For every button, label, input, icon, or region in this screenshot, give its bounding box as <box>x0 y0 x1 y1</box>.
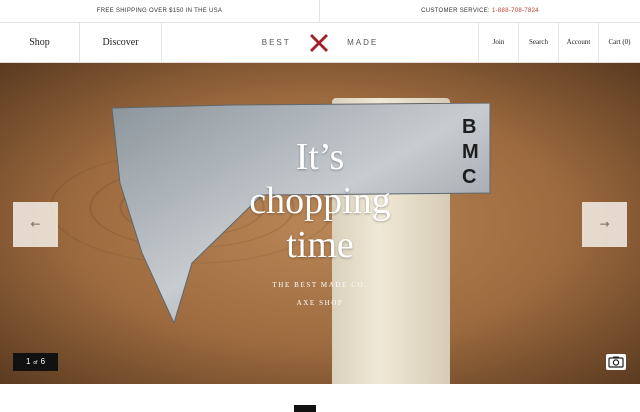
customer-service: CUSTOMER SERVICE: 1-888-708-7824 <box>320 0 640 22</box>
hero-slideshow: B M C It’s chopping time THE BEST MADE C… <box>0 63 640 384</box>
section-marker <box>294 405 316 412</box>
arrow-left-icon: ← <box>30 217 41 231</box>
slide-counter: 1 of 6 <box>13 353 58 371</box>
customer-service-label: CUSTOMER SERVICE: <box>421 8 491 14</box>
nav-join[interactable]: Join <box>479 22 519 63</box>
crossed-axes-icon <box>309 33 328 52</box>
brand-word-made: MADE <box>347 38 379 48</box>
blade-stamp-m: M <box>462 141 479 163</box>
brand-logo[interactable]: BEST MADE <box>162 22 479 63</box>
slide-total: 6 <box>40 357 46 366</box>
nav-shop[interactable]: Shop <box>0 22 80 63</box>
hero-title-line1: It’s <box>295 136 345 178</box>
blade-stamp-c: C <box>462 166 476 188</box>
prev-slide-button[interactable]: ← <box>13 202 58 247</box>
announcement-bar: FREE SHIPPING OVER $150 IN THE USA CUSTO… <box>0 0 640 23</box>
brand-word-best: BEST <box>261 38 291 48</box>
slide-current: 1 <box>25 357 31 366</box>
hero-caption: It’s chopping time THE BEST MADE CO. AXE… <box>220 135 420 311</box>
main-nav: Shop Discover BEST MADE Join Search Acco… <box>0 22 640 63</box>
nav-cart[interactable]: Cart (0) <box>599 22 640 63</box>
nav-account[interactable]: Account <box>559 22 599 63</box>
next-slide-button[interactable]: → <box>582 202 627 247</box>
arrow-right-icon: → <box>599 217 610 231</box>
shipping-notice: FREE SHIPPING OVER $150 IN THE USA <box>0 0 320 22</box>
camera-icon[interactable] <box>606 354 626 370</box>
hero-title-line3: time <box>286 224 354 266</box>
slide-of: of <box>33 360 38 366</box>
nav-search[interactable]: Search <box>519 22 559 63</box>
blade-stamp-b: B <box>462 116 476 138</box>
customer-service-phone[interactable]: 1-888-708-7824 <box>492 8 539 14</box>
hero-subtitle-line2[interactable]: AXE SHOP <box>220 295 420 311</box>
hero-title-line2: chopping <box>249 180 391 222</box>
hero-subtitle-line1: THE BEST MADE CO. <box>272 281 368 289</box>
nav-discover[interactable]: Discover <box>80 22 162 63</box>
